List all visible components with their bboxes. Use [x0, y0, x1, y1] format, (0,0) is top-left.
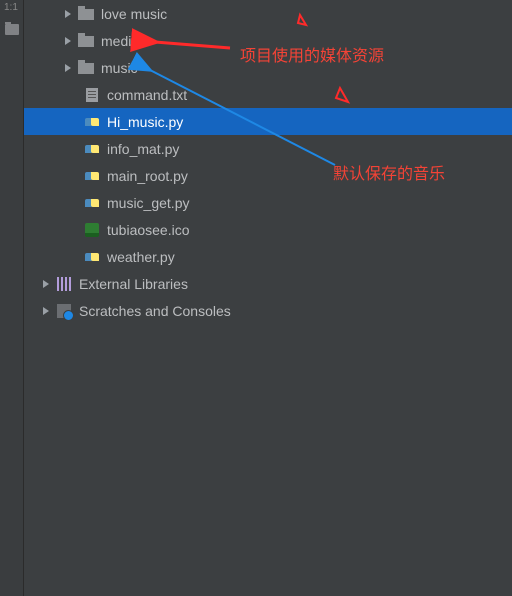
scratches-icon — [57, 304, 71, 318]
libraries-icon — [57, 277, 71, 291]
chevron-right-icon[interactable] — [42, 280, 50, 288]
indent — [24, 256, 84, 257]
gutter-file-icon — [5, 24, 19, 35]
python-file-icon — [85, 169, 99, 183]
tree-item[interactable]: love music — [24, 0, 512, 27]
tree-item-label: love music — [101, 6, 167, 22]
tree-item-label: info_mat.py — [107, 141, 179, 157]
tree-item-label: tubiaosee.ico — [107, 222, 190, 238]
indent — [24, 67, 64, 68]
tree-item[interactable]: weather.py — [24, 243, 512, 270]
tree-item[interactable]: info_mat.py — [24, 135, 512, 162]
indent — [24, 40, 64, 41]
chevron-right-icon[interactable] — [64, 64, 72, 72]
tree-item[interactable]: command.txt — [24, 81, 512, 108]
ico-file-icon — [85, 223, 99, 237]
tree-item-label: weather.py — [107, 249, 175, 265]
indent — [24, 94, 84, 95]
line-col-indicator: 1:1 — [4, 2, 18, 13]
tree-item[interactable]: Hi_music.py — [24, 108, 512, 135]
tree-item[interactable]: tubiaosee.ico — [24, 216, 512, 243]
tree-item-label: media — [101, 33, 139, 49]
indent — [24, 229, 84, 230]
chevron-right-icon[interactable] — [64, 10, 72, 18]
folder-icon — [78, 34, 94, 48]
indent — [24, 310, 42, 311]
tree-item-label: music_get.py — [107, 195, 189, 211]
tree-item-label: command.txt — [107, 87, 187, 103]
indent — [24, 202, 84, 203]
tree-item-label: External Libraries — [79, 276, 188, 292]
chevron-right-icon[interactable] — [42, 307, 50, 315]
tree-item-label: Scratches and Consoles — [79, 303, 231, 319]
indent — [24, 121, 84, 122]
annotation-music: 默认保存的音乐 — [333, 160, 445, 184]
python-file-icon — [85, 115, 99, 129]
tree-item-label: music — [101, 60, 138, 76]
folder-icon — [78, 61, 94, 75]
indent — [24, 13, 64, 14]
annotation-media: 项目使用的媒体资源 — [240, 42, 384, 66]
tree-item[interactable]: Scratches and Consoles — [24, 297, 512, 324]
tree-item[interactable]: External Libraries — [24, 270, 512, 297]
text-file-icon — [86, 88, 98, 102]
indent — [24, 283, 42, 284]
tree-item-label: main_root.py — [107, 168, 188, 184]
python-file-icon — [85, 250, 99, 264]
tree-item-label: Hi_music.py — [107, 114, 183, 130]
indent — [24, 148, 84, 149]
tree-item[interactable]: music_get.py — [24, 189, 512, 216]
editor-gutter: 1:1 — [0, 0, 24, 596]
folder-icon — [78, 7, 94, 21]
python-file-icon — [85, 196, 99, 210]
indent — [24, 175, 84, 176]
python-file-icon — [85, 142, 99, 156]
chevron-right-icon[interactable] — [64, 37, 72, 45]
